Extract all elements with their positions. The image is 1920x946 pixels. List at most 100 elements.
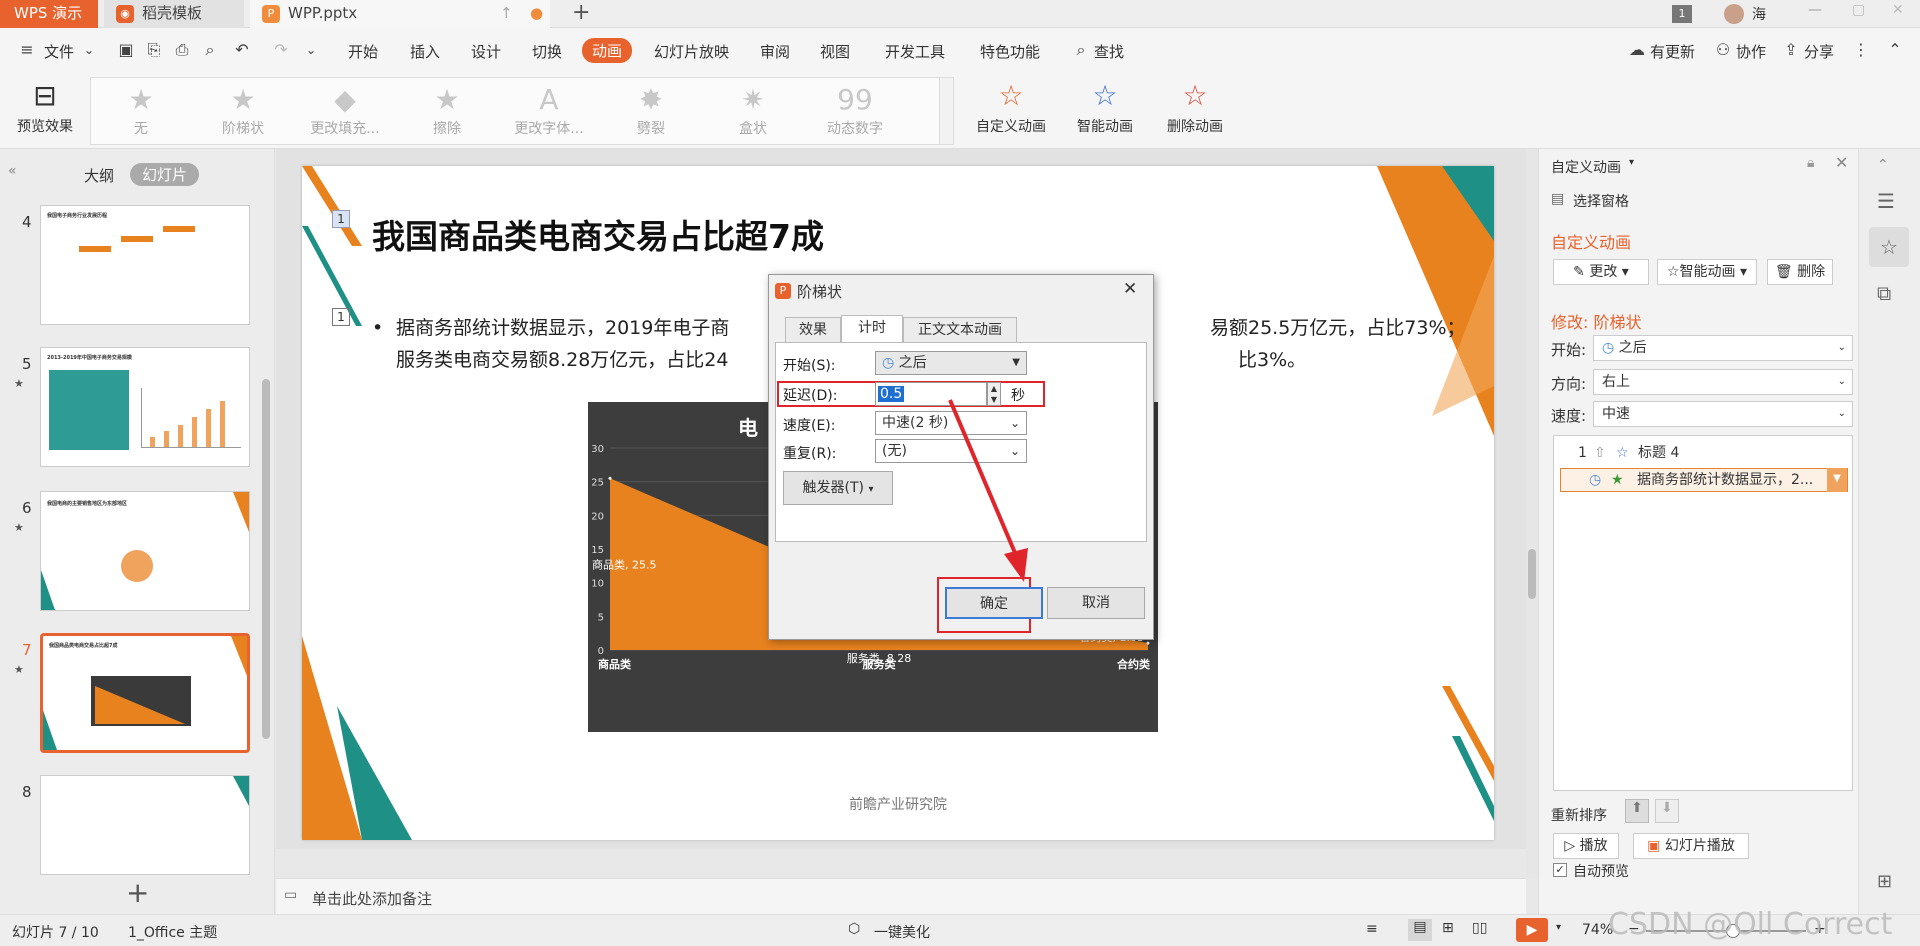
share-icon[interactable]: ⇪ xyxy=(1782,41,1800,59)
transition-icon[interactable]: ⧉ xyxy=(1877,281,1891,305)
chevron-down-icon[interactable]: ▼ xyxy=(1827,468,1847,492)
avatar[interactable] xyxy=(1724,4,1744,24)
notes-placeholder[interactable]: 单击此处添加备注 xyxy=(312,888,432,909)
quick-more-icon[interactable]: ⌄ xyxy=(302,41,320,59)
collab-icon[interactable]: ⚇ xyxy=(1714,41,1732,59)
menu-slideshow[interactable]: 幻灯片放映 xyxy=(654,41,729,62)
add-slide-icon[interactable]: + xyxy=(126,876,149,909)
maximize-icon[interactable]: ▢ xyxy=(1852,2,1865,18)
slide-title[interactable]: 我国商品类电商交易占比超7成 xyxy=(372,210,824,258)
tab-text-animation[interactable]: 正文文本动画 xyxy=(903,317,1017,343)
start-select[interactable]: ◷ 之后 ▼ xyxy=(875,351,1027,375)
menu-view[interactable]: 视图 xyxy=(820,41,850,62)
delete-animation-button[interactable]: ☆ 删除动画 xyxy=(1160,80,1230,136)
share-link[interactable]: 分享 xyxy=(1804,41,1834,62)
grid-apps-icon[interactable]: ⊞ xyxy=(1877,871,1892,892)
hamburger-icon[interactable]: ≡ xyxy=(18,41,36,59)
lock-icon[interactable]: 🔒︎ xyxy=(1807,155,1814,171)
anim-wipe[interactable]: ★ 擦除 xyxy=(397,82,497,138)
sorter-view-icon[interactable]: ⊞ xyxy=(1442,920,1454,936)
reading-view-icon[interactable]: ▯▯ xyxy=(1472,920,1487,936)
settings-sliders-icon[interactable]: ☰ xyxy=(1877,189,1895,213)
upload-icon[interactable]: ↑ xyxy=(500,0,513,26)
new-tab-icon[interactable]: + xyxy=(572,0,590,26)
redo-icon[interactable]: ↷ xyxy=(272,41,290,59)
tab-timing[interactable]: 计时 xyxy=(841,315,903,343)
play-slideshow-icon[interactable]: ▶ xyxy=(1516,918,1548,942)
collab-link[interactable]: 协作 xyxy=(1736,41,1766,62)
cancel-button[interactable]: 取消 xyxy=(1047,587,1145,619)
collapse-ribbon-icon[interactable]: ⌃ xyxy=(1886,41,1904,59)
menu-developer[interactable]: 开发工具 xyxy=(885,41,945,62)
menu-start[interactable]: 开始 xyxy=(348,41,378,62)
user-name[interactable]: 海 xyxy=(1752,4,1766,24)
preview-effect-button[interactable]: ⊟ 预览效果 xyxy=(10,80,80,136)
undo-icon[interactable]: ↶ xyxy=(233,41,251,59)
autopreview-checkbox[interactable]: ✓ xyxy=(1553,863,1567,877)
change-button[interactable]: ✎ 更改 ▾ xyxy=(1553,259,1649,285)
print-icon[interactable]: ⎙ xyxy=(173,41,191,59)
close-icon[interactable]: ✕ xyxy=(1123,279,1137,299)
smart-animation-button[interactable]: ☆ 智能动画 xyxy=(1066,80,1144,136)
direction-select[interactable]: 右上 ⌄ xyxy=(1593,369,1853,395)
anim-dynamic-number[interactable]: 99 动态数字 xyxy=(805,82,905,138)
template-tab[interactable]: ◉ 稻壳模板 xyxy=(104,0,244,28)
menu-review[interactable]: 审阅 xyxy=(760,41,790,62)
menu-insert[interactable]: 插入 xyxy=(410,41,440,62)
list-item[interactable]: 1 ⇧ ☆ 标题 4 xyxy=(1554,440,1852,466)
wps-app-tab[interactable]: WPS 演示 xyxy=(0,0,98,28)
anim-change-font[interactable]: A 更改字体... xyxy=(499,82,599,138)
slide-thumb-7-selected[interactable]: 我国商品类电商交易占比超7成 xyxy=(40,633,250,753)
pane-header[interactable]: 自定义动画 xyxy=(1551,157,1621,177)
speed-select[interactable]: 中速 ⌄ xyxy=(1593,401,1853,427)
anim-box[interactable]: ✷ 盒状 xyxy=(703,82,803,138)
anim-none[interactable]: ★ 无 xyxy=(91,82,191,138)
collapse-panel-icon[interactable]: « xyxy=(8,163,17,179)
collapse-icon[interactable]: ⌃ xyxy=(1877,157,1889,173)
smart-anim-dropdown[interactable]: ☆智能动画 ▾ xyxy=(1657,259,1757,285)
slide-thumb-8[interactable] xyxy=(40,775,250,875)
slide-thumb-5[interactable]: 2013-2019年中国电子商务交易规模 xyxy=(40,347,250,467)
delete-button[interactable]: 🗑︎ 删除 xyxy=(1767,259,1833,285)
notes-toggle-icon[interactable]: ≡ xyxy=(1366,921,1378,937)
minimize-icon[interactable]: — xyxy=(1808,2,1822,18)
scroll-thumb[interactable] xyxy=(1528,549,1536,599)
menu-file[interactable]: 文件 xyxy=(44,41,74,62)
canvas-scrollbar[interactable] xyxy=(1526,149,1538,878)
tab-effect[interactable]: 效果 xyxy=(785,317,841,343)
chevron-down-icon[interactable]: ▾ xyxy=(1556,922,1561,933)
save-icon[interactable]: ▣ xyxy=(117,41,135,59)
notes-bar[interactable]: ▭ 单击此处添加备注 xyxy=(276,878,1526,914)
start-select[interactable]: ◷ 之后 ⌄ xyxy=(1593,335,1853,361)
anim-order-marker[interactable]: 1 xyxy=(332,210,350,228)
menu-design[interactable]: 设计 xyxy=(471,41,501,62)
tab-outline[interactable]: 大纲 xyxy=(84,165,114,186)
play-button[interactable]: ▷ 播放 xyxy=(1553,833,1619,859)
animation-pane-icon[interactable]: ☆ xyxy=(1869,227,1909,267)
chevron-down-icon[interactable]: ▾ xyxy=(1629,157,1634,168)
update-link[interactable]: 有更新 xyxy=(1650,41,1695,62)
gallery-scrollbar[interactable] xyxy=(939,78,953,144)
file-tab[interactable]: P WPP.pptx ↑ ● xyxy=(250,0,550,28)
custom-animation-button[interactable]: ☆ 自定义动画 xyxy=(970,80,1052,136)
move-down-icon[interactable]: ⬇ xyxy=(1655,799,1679,823)
trigger-button[interactable]: 触发器(T) ▾ xyxy=(783,471,893,505)
move-up-icon[interactable]: ⬆ xyxy=(1625,799,1649,823)
close-window-icon[interactable]: ✕ xyxy=(1892,2,1904,18)
menu-animation[interactable]: 动画 xyxy=(582,38,633,63)
anim-order-marker[interactable]: 1 xyxy=(332,308,350,326)
search-icon[interactable]: ⌕ xyxy=(1072,41,1090,59)
menu-transition[interactable]: 切换 xyxy=(532,41,562,62)
normal-view-icon[interactable]: ▤ xyxy=(1408,919,1432,941)
format-painter-icon[interactable]: ⎘ xyxy=(145,41,163,59)
beautify-button[interactable]: 一键美化 xyxy=(874,922,930,942)
slide-thumb-6[interactable]: 我国电商的主要销售地区为东部地区 xyxy=(40,491,250,611)
chevron-down-icon[interactable]: ⌄ xyxy=(80,41,98,59)
print-preview-icon[interactable]: ⌕ xyxy=(201,41,219,59)
anim-stairs[interactable]: ★ 阶梯状 xyxy=(193,82,293,138)
window-count-badge[interactable]: 1 xyxy=(1672,5,1692,23)
menu-search[interactable]: 查找 xyxy=(1094,41,1124,62)
anim-change-fill[interactable]: ◆ 更改填充... xyxy=(295,82,395,138)
cloud-update-icon[interactable]: ☁ xyxy=(1628,41,1646,59)
more-icon[interactable]: ⋮ xyxy=(1852,41,1870,59)
